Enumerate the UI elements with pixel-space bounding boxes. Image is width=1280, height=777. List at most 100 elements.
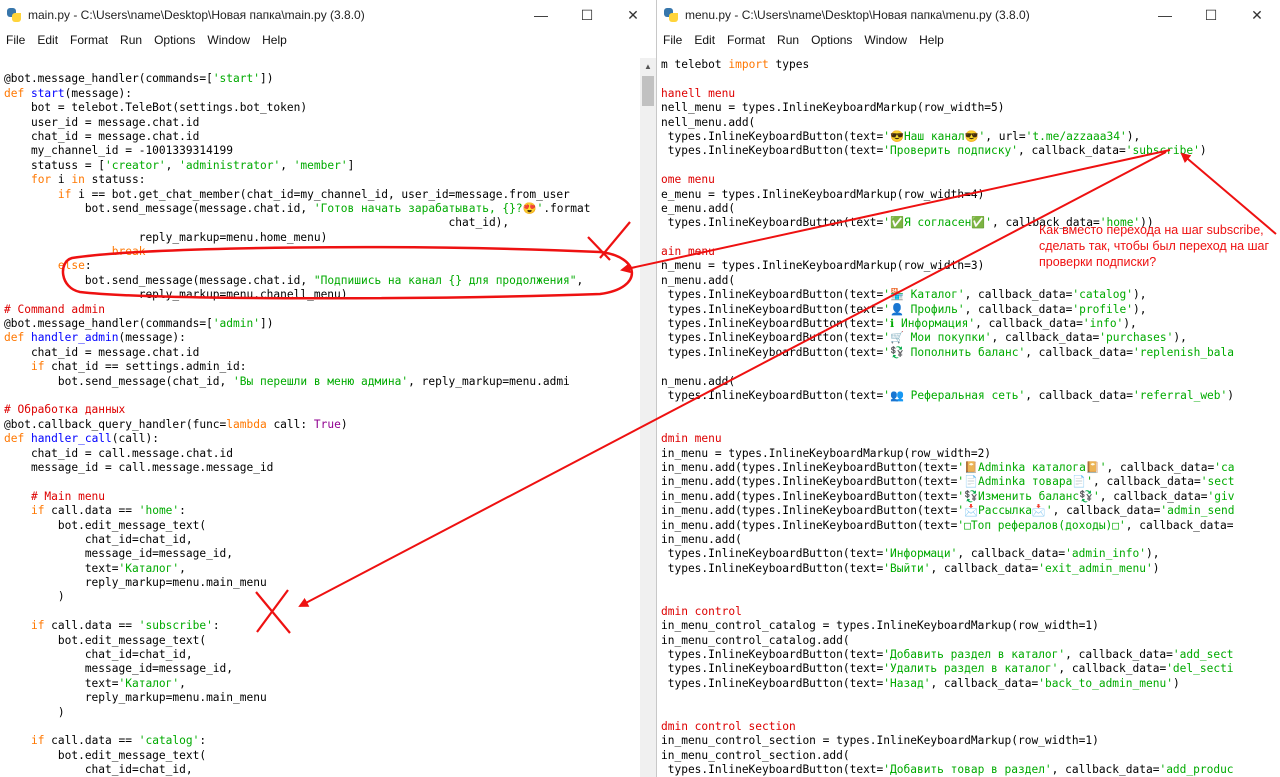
maximize-button[interactable]: ☐ (564, 0, 610, 30)
menu-window[interactable]: Window (207, 33, 250, 47)
code-line[interactable]: dmin control (657, 605, 1280, 619)
code-editor[interactable]: @bot.message_handler(commands=['start'])… (0, 58, 640, 777)
code-line[interactable]: reply_markup=menu.main_menu (0, 691, 640, 705)
main-py-window[interactable]: main.py - C:\Users\name\Desktop\Новая па… (0, 0, 656, 777)
code-line[interactable]: chat_id = message.chat.id (0, 130, 640, 144)
code-line[interactable]: in_menu_control_section = types.InlineKe… (657, 734, 1280, 748)
code-line[interactable]: types.InlineKeyboardButton(text='ℹ Инфор… (657, 317, 1280, 331)
code-line[interactable]: bot.send_message(chat_id, 'Вы перешли в … (0, 375, 640, 389)
code-line[interactable]: in_menu.add( (657, 533, 1280, 547)
code-line[interactable]: nell_menu.add( (657, 116, 1280, 130)
code-line[interactable]: types.InlineKeyboardButton(text='😎Наш ка… (657, 130, 1280, 144)
code-line[interactable]: bot.edit_message_text( (0, 634, 640, 648)
code-line[interactable]: chat_id = message.chat.id (0, 346, 640, 360)
code-line[interactable]: bot.edit_message_text( (0, 519, 640, 533)
code-line[interactable]: bot.edit_message_text( (0, 749, 640, 763)
code-line[interactable]: def handler_admin(message): (0, 331, 640, 345)
code-line[interactable]: # Command admin (0, 303, 640, 317)
code-line[interactable] (0, 389, 640, 403)
minimize-button[interactable]: — (518, 0, 564, 30)
scroll-up-icon[interactable]: ▲ (640, 58, 656, 74)
code-line[interactable]: types.InlineKeyboardButton(text='👤 Профи… (657, 303, 1280, 317)
code-line[interactable]: reply_markup=menu.chanell_menu) (0, 288, 640, 302)
code-line[interactable]: ) (0, 590, 640, 604)
code-line[interactable] (657, 72, 1280, 86)
code-line[interactable]: if call.data == 'home': (0, 504, 640, 518)
code-line[interactable]: types.InlineKeyboardButton(text='Добавит… (657, 763, 1280, 777)
code-line[interactable]: in_menu = types.InlineKeyboardMarkup(row… (657, 447, 1280, 461)
code-line[interactable]: @bot.callback_query_handler(func=lambda … (0, 418, 640, 432)
code-line[interactable]: types.InlineKeyboardButton(text='👥 Рефер… (657, 389, 1280, 403)
code-line[interactable] (657, 159, 1280, 173)
menu-options[interactable]: Options (154, 33, 195, 47)
code-line[interactable]: if call.data == 'subscribe': (0, 619, 640, 633)
code-line[interactable]: @bot.message_handler(commands=['start']) (0, 72, 640, 86)
code-line[interactable]: # Обработка данных (0, 403, 640, 417)
code-line[interactable]: text='Каталог', (0, 677, 640, 691)
code-line[interactable]: chat_id=chat_id, (0, 533, 640, 547)
code-line[interactable]: chat_id=chat_id, (0, 648, 640, 662)
code-line[interactable]: ) (0, 706, 640, 720)
menu-help[interactable]: Help (262, 33, 287, 47)
code-line[interactable] (657, 360, 1280, 374)
code-line[interactable]: dmin control section (657, 720, 1280, 734)
code-line[interactable]: n_menu.add( (657, 375, 1280, 389)
code-line[interactable] (657, 590, 1280, 604)
code-line[interactable]: types.InlineKeyboardButton(text='💱 Попол… (657, 346, 1280, 360)
code-line[interactable]: dmin menu (657, 432, 1280, 446)
code-line[interactable] (657, 403, 1280, 417)
code-line[interactable]: m telebot import types (657, 58, 1280, 72)
code-line[interactable]: reply_markup=menu.home_menu) (0, 231, 640, 245)
code-line[interactable]: in_menu.add(types.InlineKeyboardButton(t… (657, 504, 1280, 518)
menu-format[interactable]: Format (70, 33, 108, 47)
code-line[interactable]: if i == bot.get_chat_member(chat_id=my_c… (0, 188, 640, 202)
code-line[interactable]: if chat_id == settings.admin_id: (0, 360, 640, 374)
code-line[interactable]: n_menu.add( (657, 274, 1280, 288)
menu-help[interactable]: Help (919, 33, 944, 47)
title-bar[interactable]: main.py - C:\Users\name\Desktop\Новая па… (0, 0, 656, 30)
code-line[interactable]: e_menu = types.InlineKeyboardMarkup(row_… (657, 188, 1280, 202)
menu-py-window[interactable]: menu.py - C:\Users\name\Desktop\Новая па… (656, 0, 1280, 777)
code-line[interactable]: chat_id), (0, 216, 640, 230)
code-line[interactable]: in_menu_control_section.add( (657, 749, 1280, 763)
code-line[interactable]: in_menu.add(types.InlineKeyboardButton(t… (657, 519, 1280, 533)
code-line[interactable] (657, 691, 1280, 705)
code-line[interactable] (657, 418, 1280, 432)
code-line[interactable]: types.InlineKeyboardButton(text='Выйти',… (657, 562, 1280, 576)
menu-options[interactable]: Options (811, 33, 852, 47)
code-line[interactable] (0, 475, 640, 489)
vertical-scrollbar[interactable]: ▲ (640, 58, 656, 777)
code-line[interactable]: chat_id=chat_id, (0, 763, 640, 777)
menu-file[interactable]: File (663, 33, 682, 47)
code-line[interactable] (657, 706, 1280, 720)
code-line[interactable]: bot.send_message(message.chat.id, "Подпи… (0, 274, 640, 288)
code-line[interactable]: types.InlineKeyboardButton(text='🛒 Мои п… (657, 331, 1280, 345)
code-line[interactable]: types.InlineKeyboardButton(text='Назад',… (657, 677, 1280, 691)
code-line[interactable] (0, 605, 640, 619)
code-line[interactable]: nell_menu = types.InlineKeyboardMarkup(r… (657, 101, 1280, 115)
code-line[interactable]: message_id = call.message.message_id (0, 461, 640, 475)
code-line[interactable]: in_menu.add(types.InlineKeyboardButton(t… (657, 490, 1280, 504)
code-line[interactable]: bot.send_message(message.chat.id, 'Готов… (0, 202, 640, 216)
code-line[interactable]: ome menu (657, 173, 1280, 187)
menu-window[interactable]: Window (864, 33, 907, 47)
code-line[interactable]: break (0, 245, 640, 259)
menu-run[interactable]: Run (120, 33, 142, 47)
menu-file[interactable]: File (6, 33, 25, 47)
code-line[interactable]: e_menu.add( (657, 202, 1280, 216)
menu-edit[interactable]: Edit (37, 33, 58, 47)
code-line[interactable] (657, 576, 1280, 590)
code-line[interactable]: text='Каталог', (0, 562, 640, 576)
maximize-button[interactable]: ☐ (1188, 0, 1234, 30)
code-line[interactable]: message_id=message_id, (0, 662, 640, 676)
code-line[interactable]: # Main menu (0, 490, 640, 504)
code-line[interactable]: types.InlineKeyboardButton(text='Добавит… (657, 648, 1280, 662)
code-line[interactable]: def start(message): (0, 87, 640, 101)
code-line[interactable]: my_channel_id = -1001339314199 (0, 144, 640, 158)
code-line[interactable]: in_menu_control_catalog = types.InlineKe… (657, 619, 1280, 633)
code-line[interactable]: else: (0, 259, 640, 273)
code-line[interactable]: statuss = ['creator', 'administrator', '… (0, 159, 640, 173)
code-line[interactable]: reply_markup=menu.main_menu (0, 576, 640, 590)
code-line[interactable]: @bot.message_handler(commands=['admin']) (0, 317, 640, 331)
menu-run[interactable]: Run (777, 33, 799, 47)
